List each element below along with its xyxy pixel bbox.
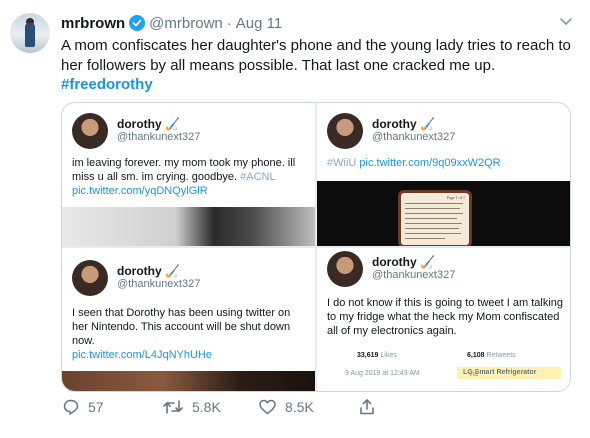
media-screenshot-1[interactable]: dorothy 🏑 @thankunext327 im leaving fore… bbox=[62, 103, 315, 246]
embedded-hashtag: #WiiU bbox=[327, 157, 357, 169]
embedded-avatar bbox=[327, 113, 363, 149]
embedded-author-handle: @thankunext327 bbox=[372, 131, 456, 143]
embedded-tweet-text: I do not know if this is going to tweet … bbox=[327, 297, 564, 337]
embedded-hashtag: #ACNL bbox=[240, 171, 276, 183]
tweet-actions: 57 5.8K 8.5K bbox=[0, 398, 590, 422]
embedded-link: pic.twitter.com/yqDNQylGlR bbox=[72, 185, 208, 197]
media-screenshot-3[interactable]: dorothy 🏑 @thankunext327 I seen that Dor… bbox=[62, 248, 315, 391]
embedded-author-name: dorothy 🏑 bbox=[117, 264, 180, 278]
reply-count: 57 bbox=[88, 399, 104, 415]
retweet-button[interactable]: 5.8K bbox=[162, 398, 221, 416]
separator-dot: · bbox=[226, 14, 232, 32]
embedded-avatar bbox=[72, 260, 108, 296]
share-icon bbox=[360, 399, 374, 415]
embedded-tweet-text: I seen that Dorothy has been using twitt… bbox=[72, 307, 291, 361]
share-button[interactable] bbox=[358, 398, 376, 416]
author-avatar[interactable] bbox=[10, 13, 50, 53]
author-handle[interactable]: @mrbrown bbox=[149, 15, 223, 32]
verified-badge-icon bbox=[129, 15, 146, 31]
like-count: 8.5K bbox=[285, 399, 314, 415]
tweet: mrbrown @mrbrown · Aug 11 A mom confisca… bbox=[0, 0, 590, 438]
embedded-author-handle: @thankunext327 bbox=[117, 131, 201, 143]
embedded-author-name: dorothy 🏑 bbox=[117, 117, 180, 131]
tweet-date[interactable]: Aug 11 bbox=[236, 15, 282, 32]
note-paper: Page 1 of 1 bbox=[401, 193, 469, 245]
embedded-photo bbox=[62, 207, 315, 246]
media-screenshot-2[interactable]: dorothy 🏑 @thankunext327 #WiiU pic.twitt… bbox=[317, 103, 570, 246]
via-app-highlight: via LG Smart Refrigerator bbox=[457, 367, 561, 379]
embedded-avatar bbox=[327, 251, 363, 287]
embedded-author-name: dorothy 🏑 bbox=[372, 117, 435, 131]
reply-button[interactable]: 57 bbox=[62, 398, 104, 416]
embedded-author-name: dorothy 🏑 bbox=[372, 255, 435, 269]
reply-icon bbox=[63, 399, 79, 415]
media-screenshot-4[interactable]: dorothy 🏑 @thankunext327 I do not know i… bbox=[317, 248, 570, 391]
retweet-count: 5.8K bbox=[192, 399, 221, 415]
embedded-tweet-stats: 33,619 Likes 6,108 Retweets via LG Smart… bbox=[317, 352, 570, 391]
like-button[interactable]: 8.5K bbox=[258, 398, 314, 416]
hashtag-link[interactable]: #freedorothy bbox=[61, 76, 153, 93]
embedded-photo bbox=[62, 371, 315, 391]
embedded-avatar bbox=[72, 113, 108, 149]
note-paper-header: Page 1 of 1 bbox=[446, 195, 465, 200]
tweet-header: mrbrown @mrbrown · Aug 11 bbox=[61, 14, 282, 32]
media-grid[interactable]: dorothy 🏑 @thankunext327 im leaving fore… bbox=[61, 102, 571, 392]
embedded-author-handle: @thankunext327 bbox=[117, 278, 201, 290]
embedded-retweets: 6,108 Retweets bbox=[467, 352, 516, 359]
embedded-tweet-text: im leaving forever. my mom took my phone… bbox=[72, 157, 296, 197]
embedded-photo: Page 1 of 1 bbox=[317, 181, 570, 246]
embedded-author-handle: @thankunext327 bbox=[372, 269, 456, 281]
embedded-link: pic.twitter.com/L4JqNYhUHe bbox=[72, 349, 212, 361]
tweet-text: A mom confiscates her daughter's phone a… bbox=[61, 37, 571, 74]
retweet-icon bbox=[163, 400, 183, 414]
like-icon bbox=[259, 399, 276, 415]
embedded-link: pic.twitter.com/9q09xxW2QR bbox=[359, 157, 501, 169]
embedded-likes: 33,619 Likes bbox=[357, 352, 397, 359]
chevron-down-icon[interactable] bbox=[558, 16, 574, 28]
embedded-timestamp: 9 Aug 2019 at 12:43 AM bbox=[345, 370, 420, 377]
embedded-tweet-text: #WiiU pic.twitter.com/9q09xxW2QR bbox=[327, 156, 555, 170]
author-name[interactable]: mrbrown bbox=[61, 15, 125, 32]
